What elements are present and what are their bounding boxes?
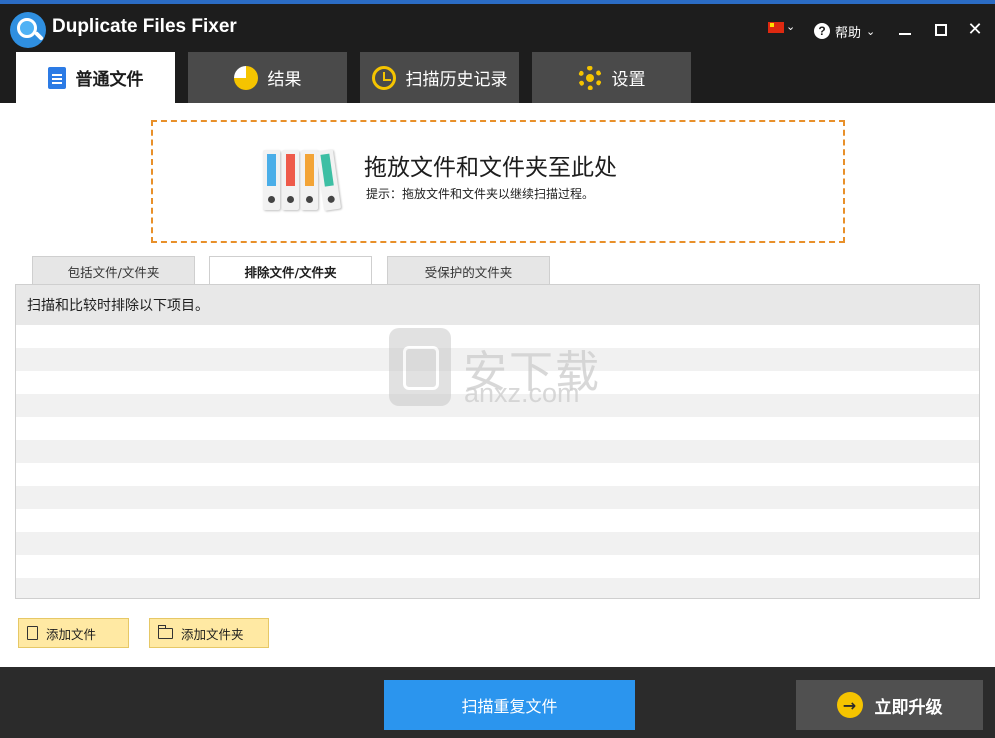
tab-label: 结果: [267, 70, 302, 90]
tab-label: 扫描历史记录: [405, 70, 508, 90]
add-folder-label: 添加文件夹: [181, 626, 244, 642]
add-file-label: 添加文件: [46, 626, 97, 642]
question-icon: ?: [814, 23, 830, 39]
chevron-down-icon[interactable]: ⌄: [786, 20, 795, 33]
add-file-button[interactable]: 添加文件: [18, 618, 129, 648]
binders-illustration: [263, 149, 343, 214]
list-header: 扫描和比较时排除以下项目。: [16, 285, 979, 325]
binder: [282, 150, 299, 210]
tab-results[interactable]: 结果: [188, 52, 347, 103]
drop-zone-title: 拖放文件和文件夹至此处: [364, 155, 617, 181]
binder: [315, 149, 342, 211]
upgrade-label: 立即升级: [874, 697, 943, 718]
subtab-include[interactable]: 包括文件/文件夹: [32, 256, 195, 285]
binder: [263, 150, 280, 210]
help-label: 帮助: [835, 25, 862, 41]
app-window: Duplicate Files Fixer ⌄ ? 帮助 ⌄ ✕ 普通文件 结果…: [0, 0, 995, 738]
subtab-label: 包括文件/文件夹: [67, 264, 160, 280]
scan-duplicates-button[interactable]: 扫描重复文件: [384, 680, 635, 730]
tab-label: 普通文件: [75, 70, 144, 90]
list-row: [16, 440, 979, 463]
list-row: [16, 578, 979, 598]
file-icon: [27, 626, 38, 640]
add-folder-button[interactable]: 添加文件夹: [149, 618, 269, 648]
close-icon: ✕: [967, 19, 983, 40]
gear-icon: [577, 65, 602, 90]
tab-label: 设置: [611, 70, 646, 90]
maximize-button[interactable]: [929, 18, 953, 42]
list-row: [16, 486, 979, 509]
history-icon: [371, 65, 396, 90]
watermark-badge-icon: [389, 328, 451, 406]
maximize-icon: [935, 24, 947, 36]
drop-zone-hint: 提示：拖放文件和文件夹以继续扫描过程。: [366, 187, 595, 201]
subtab-exclude[interactable]: 排除文件/文件夹: [209, 256, 372, 286]
list-row: [16, 417, 979, 440]
tab-scan-history[interactable]: 扫描历史记录: [360, 52, 519, 103]
close-button[interactable]: ✕: [963, 18, 987, 42]
magnifier-icon: [10, 12, 46, 48]
title-bar: Duplicate Files Fixer ⌄ ? 帮助 ⌄ ✕: [0, 0, 995, 52]
upgrade-button[interactable]: → 立即升级: [796, 680, 983, 730]
subtab-label: 受保护的文件夹: [424, 264, 513, 280]
list-row: [16, 463, 979, 486]
minimize-button[interactable]: [893, 18, 917, 42]
subtab-protected[interactable]: 受保护的文件夹: [387, 256, 550, 285]
list-row: [16, 555, 979, 578]
document-icon: [47, 66, 66, 89]
list-row: [16, 509, 979, 532]
tab-settings[interactable]: 设置: [532, 52, 691, 103]
app-title: Duplicate Files Fixer: [52, 16, 237, 37]
china-flag-icon[interactable]: [768, 22, 784, 33]
exclude-list[interactable]: 扫描和比较时排除以下项目。: [15, 284, 980, 599]
binder: [301, 150, 318, 210]
watermark-url: anxz.com: [464, 378, 580, 408]
scan-label: 扫描重复文件: [461, 697, 558, 716]
minimize-icon: [899, 33, 911, 35]
help-menu[interactable]: ? 帮助 ⌄: [814, 22, 876, 41]
tab-normal-files[interactable]: 普通文件: [16, 52, 175, 103]
subtab-label: 排除文件/文件夹: [244, 265, 337, 280]
chevron-down-icon: ⌄: [866, 24, 876, 38]
pie-chart-icon: [233, 65, 258, 90]
drop-zone[interactable]: 拖放文件和文件夹至此处 提示：拖放文件和文件夹以继续扫描过程。: [151, 120, 845, 243]
folder-icon: [157, 624, 173, 639]
list-row: [16, 532, 979, 555]
arrow-right-icon: →: [836, 692, 863, 718]
